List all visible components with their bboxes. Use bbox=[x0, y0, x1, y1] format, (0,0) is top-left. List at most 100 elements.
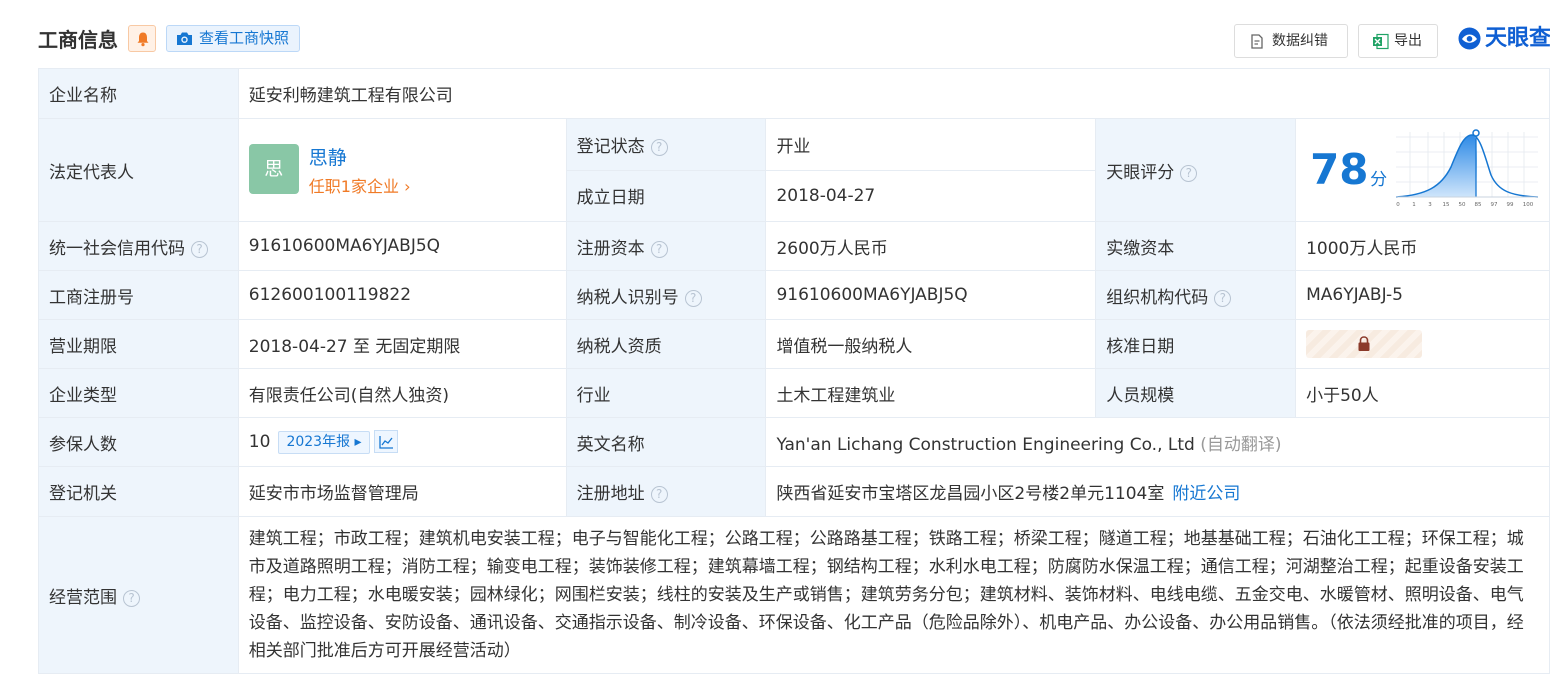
reg-status-label-cell: 登记状态? bbox=[565, 118, 767, 171]
nearby-companies-link[interactable]: 附近公司 bbox=[1172, 484, 1240, 504]
lock-icon bbox=[1358, 336, 1370, 351]
english-name-cell: Yan'an Lichang Construction Engineering … bbox=[765, 417, 1550, 467]
score-axis-tick: 85 bbox=[1475, 202, 1482, 208]
legal-rep-companies-link[interactable]: 任职1家企业 › bbox=[309, 173, 411, 197]
help-icon[interactable]: ? bbox=[1180, 164, 1198, 182]
view-snapshot-button[interactable]: 查看工商快照 bbox=[166, 25, 300, 52]
table-row: 工商注册号 612600100119822 纳税人识别号? 91610600MA… bbox=[38, 270, 1550, 320]
annual-report-year-button[interactable]: 2023年报 ▸ bbox=[278, 431, 370, 454]
export-button[interactable]: 导出 bbox=[1358, 24, 1438, 58]
business-info-table: 企业名称 延安利畅建筑工程有限公司 法定代表人 思 思静 任职1家企业 › 登记… bbox=[38, 68, 1550, 674]
reg-address-value: 陕西省延安市宝塔区龙昌园小区2号楼2单元1104室 bbox=[776, 484, 1165, 504]
table-row: 企业名称 延安利畅建筑工程有限公司 bbox=[38, 68, 1550, 119]
taxpayer-id-label: 纳税人识别号 bbox=[576, 287, 679, 308]
legal-rep-avatar: 思 bbox=[248, 144, 299, 194]
legal-rep-label: 法定代表人 bbox=[38, 118, 239, 222]
table-row: 登记机关 延安市市场监督管理局 注册地址? 陕西省延安市宝塔区龙昌园小区2号楼2… bbox=[38, 466, 1550, 517]
score-axis-tick: 15 bbox=[1443, 202, 1450, 208]
found-date-label: 成立日期 bbox=[565, 169, 767, 222]
table-row: 企业类型 有限责任公司(自然人独资) 行业 土木工程建筑业 人员规模 小于50人 bbox=[38, 368, 1550, 418]
approve-date-locked[interactable] bbox=[1306, 330, 1423, 358]
biz-term-value: 2018-04-27 至 无固定期限 bbox=[237, 319, 567, 369]
staff-size-value: 小于50人 bbox=[1295, 368, 1550, 418]
score-axis-tick: 50 bbox=[1459, 202, 1466, 208]
bell-icon bbox=[137, 32, 149, 47]
camera-icon bbox=[177, 32, 192, 45]
biz-term-label: 营业期限 bbox=[38, 319, 239, 369]
data-correction-button[interactable]: 数据纠错 bbox=[1234, 24, 1348, 58]
score-axis-tick: 97 bbox=[1491, 202, 1498, 208]
section-header: 工商信息 查看工商快照 数据纠错 导出 天眼查 bbox=[0, 0, 1550, 68]
biz-scope-label: 经营范围 bbox=[49, 587, 117, 608]
taxpayer-qual-value: 增值税一般纳税人 bbox=[765, 319, 1097, 369]
company-name-value: 延安利畅建筑工程有限公司 bbox=[237, 68, 1550, 119]
insured-label: 参保人数 bbox=[38, 417, 239, 467]
score-axis-tick: 0 bbox=[1396, 202, 1400, 208]
org-code-label: 组织机构代码 bbox=[1106, 287, 1209, 308]
reg-address-label-cell: 注册地址? bbox=[565, 466, 767, 517]
trend-chart-button[interactable] bbox=[373, 430, 398, 453]
help-icon[interactable]: ? bbox=[123, 589, 140, 607]
reg-status-label: 登记状态 bbox=[576, 136, 645, 157]
tianyan-score-label-cell: 天眼评分? bbox=[1095, 118, 1297, 222]
table-row: 营业期限 2018-04-27 至 无固定期限 纳税人资质 增值税一般纳税人 核… bbox=[38, 319, 1550, 369]
biz-scope-value: 建筑工程；市政工程；建筑机电安装工程；电子与智能化工程；公路工程；公路路基工程；… bbox=[237, 516, 1550, 674]
score-distribution-chart: 0 1 3 15 50 85 97 99 100 bbox=[1396, 129, 1539, 208]
document-edit-icon bbox=[1251, 34, 1263, 49]
reg-authority-value: 延安市市场监督管理局 bbox=[237, 466, 567, 517]
help-icon[interactable]: ? bbox=[191, 240, 208, 258]
subscribe-bell-button[interactable] bbox=[128, 25, 156, 52]
help-icon[interactable]: ? bbox=[650, 138, 668, 156]
score-axis-tick: 100 bbox=[1523, 202, 1534, 208]
score-axis-tick: 3 bbox=[1428, 202, 1432, 208]
legal-rep-name-link[interactable]: 思静 bbox=[309, 143, 347, 170]
reg-address-label: 注册地址 bbox=[576, 484, 645, 504]
english-name-label: 英文名称 bbox=[565, 417, 767, 467]
auto-translate-note: (自动翻译) bbox=[1200, 434, 1282, 455]
company-type-value: 有限责任公司(自然人独资) bbox=[237, 368, 567, 418]
tianyancha-logo-icon bbox=[1458, 27, 1481, 50]
table-row: 统一社会信用代码? 91610600MA6YJABJ5Q 注册资本? 2600万… bbox=[38, 221, 1550, 271]
biz-scope-label-cell: 经营范围? bbox=[38, 516, 239, 674]
insured-value: 10 bbox=[248, 432, 271, 452]
paid-capital-value: 1000万人民币 bbox=[1295, 221, 1550, 271]
table-row: 经营范围? 建筑工程；市政工程；建筑机电安装工程；电子与智能化工程；公路工程；公… bbox=[38, 516, 1550, 674]
reg-status-value: 开业 bbox=[765, 118, 1097, 171]
legal-rep-cell: 思 思静 任职1家企业 › bbox=[237, 118, 567, 222]
logo-text: 天眼查 bbox=[1485, 26, 1550, 51]
help-icon[interactable]: ? bbox=[1214, 289, 1232, 307]
company-name-label: 企业名称 bbox=[38, 68, 239, 119]
reg-authority-label: 登记机关 bbox=[38, 466, 239, 517]
data-correction-label: 数据纠错 bbox=[1272, 33, 1328, 49]
insured-cell: 10 2023年报 ▸ bbox=[237, 417, 567, 467]
section-title: 工商信息 bbox=[38, 28, 118, 52]
excel-icon bbox=[1373, 33, 1389, 50]
found-date-value: 2018-04-27 bbox=[765, 169, 1097, 222]
credit-code-label-cell: 统一社会信用代码? bbox=[38, 221, 239, 271]
reg-number-label: 工商注册号 bbox=[38, 270, 239, 320]
industry-label: 行业 bbox=[565, 368, 767, 418]
score-axis-tick: 1 bbox=[1412, 202, 1416, 208]
industry-value: 土木工程建筑业 bbox=[765, 368, 1097, 418]
reg-number-value: 612600100119822 bbox=[237, 270, 567, 320]
reg-capital-label-cell: 注册资本? bbox=[565, 221, 767, 271]
help-icon[interactable]: ? bbox=[684, 289, 702, 307]
table-row: 法定代表人 思 思静 任职1家企业 › 登记状态? 开业 天眼评分? 78 分 bbox=[38, 118, 1550, 222]
org-code-value: MA6YJABJ-5 bbox=[1295, 270, 1550, 320]
trend-chart-icon bbox=[378, 436, 393, 449]
tianyan-score-cell[interactable]: 78 分 0 1 3 15 50 85 97 99 100 bbox=[1295, 118, 1550, 222]
org-code-label-cell: 组织机构代码? bbox=[1095, 270, 1297, 320]
help-icon[interactable]: ? bbox=[650, 240, 668, 258]
tianyancha-logo: 天眼查 bbox=[1457, 25, 1550, 53]
help-icon[interactable]: ? bbox=[650, 486, 668, 503]
reg-capital-value: 2600万人民币 bbox=[765, 221, 1097, 271]
staff-size-label: 人员规模 bbox=[1095, 368, 1297, 418]
company-type-label: 企业类型 bbox=[38, 368, 239, 418]
taxpayer-id-label-cell: 纳税人识别号? bbox=[565, 270, 767, 320]
approve-date-label: 核准日期 bbox=[1095, 319, 1297, 369]
taxpayer-id-value: 91610600MA6YJABJ5Q bbox=[765, 270, 1097, 320]
approve-date-cell bbox=[1295, 319, 1550, 369]
export-label: 导出 bbox=[1394, 33, 1422, 49]
view-snapshot-label: 查看工商快照 bbox=[199, 29, 290, 47]
credit-code-value: 91610600MA6YJABJ5Q bbox=[237, 221, 567, 271]
